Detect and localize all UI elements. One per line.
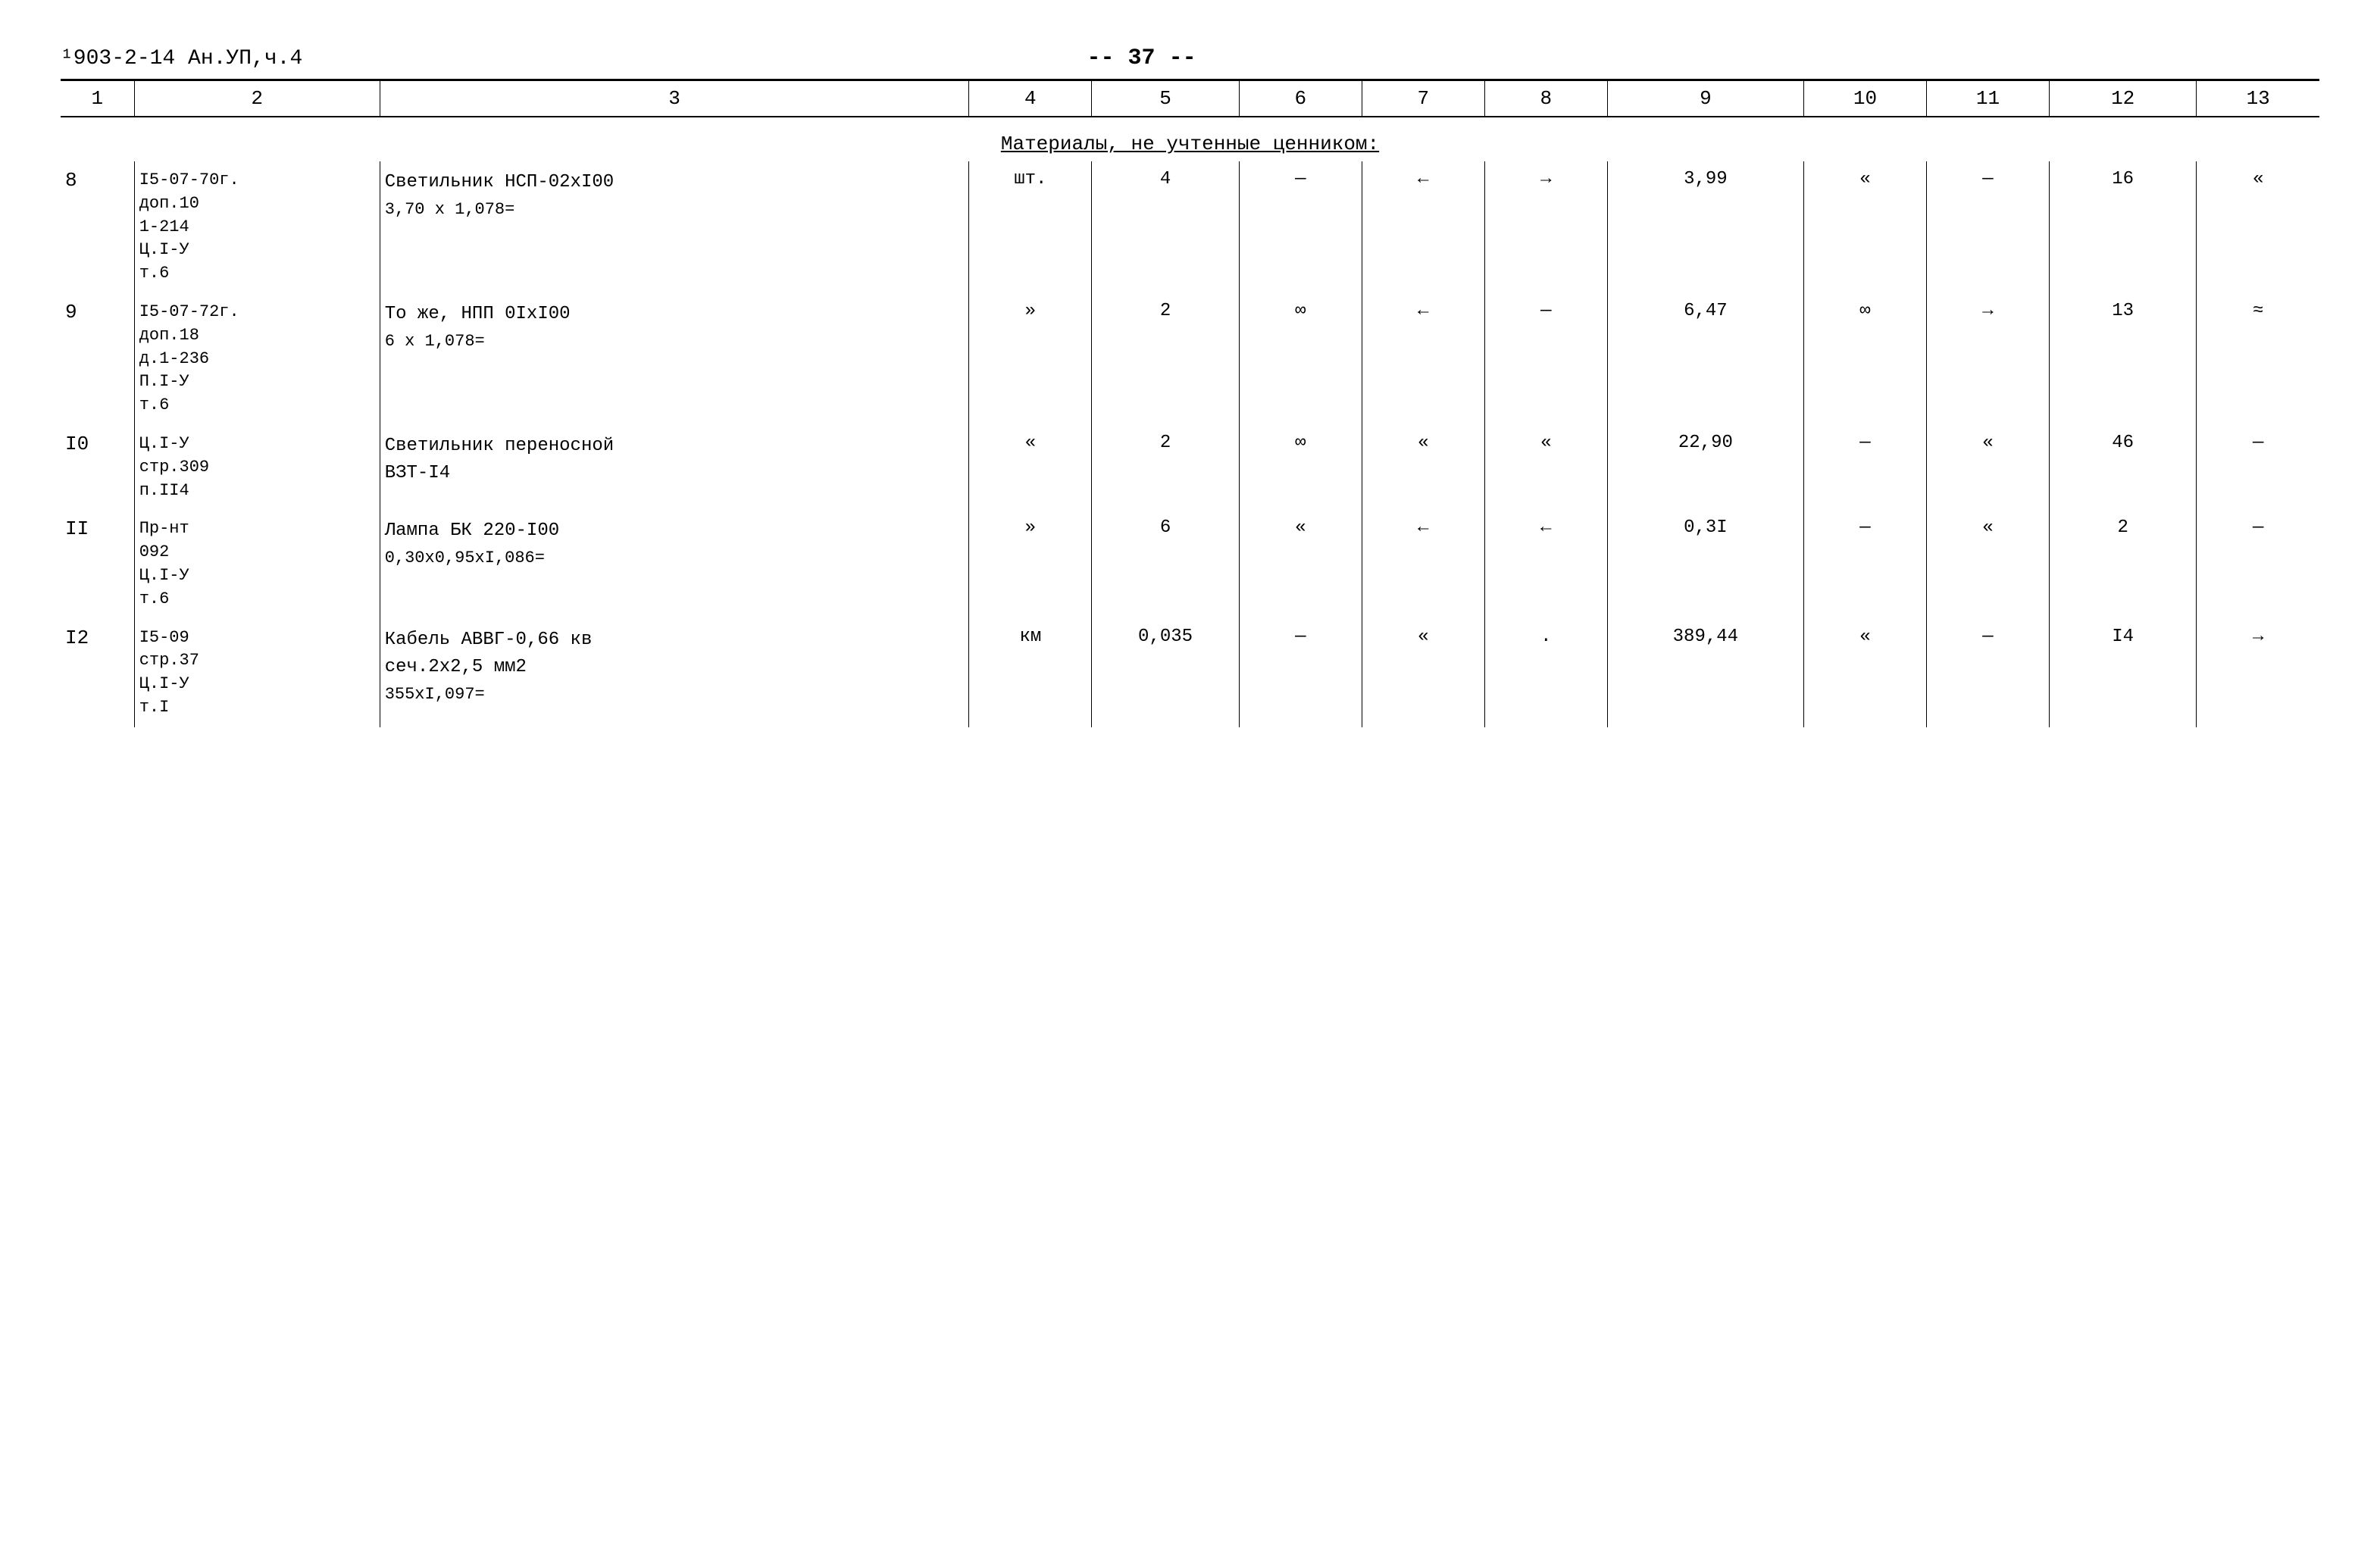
row-8-desc: Светильник НСП-02хI003,70 x 1,078=	[380, 161, 969, 293]
row-10-ref: Ц.I-У стр.309 п.II4	[134, 425, 380, 510]
row-8-qty: 4	[1092, 161, 1239, 293]
row-8-ref: I5-07-70г. доп.10 1-214 Ц.I-У т.6	[134, 161, 380, 293]
col-header-13: 13	[2197, 80, 2319, 117]
row-num-9: 9	[61, 293, 134, 425]
row-num-10: I0	[61, 425, 134, 510]
table-row: I2 I5-09 стр.37 Ц.I-У т.I Кабель АВВГ-0,…	[61, 619, 2319, 727]
row-10-col8: «	[1484, 425, 1607, 510]
row-8-price: 3,99	[1607, 161, 1803, 293]
row-9-desc: То же, НПП 0IхI006 x 1,078=	[380, 293, 969, 425]
row-8-col7: ←	[1362, 161, 1484, 293]
row-12-desc: Кабель АВВГ-0,66 квсеч.2х2,5 мм2355хI,09…	[380, 619, 969, 727]
col-header-10: 10	[1803, 80, 1926, 117]
row-num-8: 8	[61, 161, 134, 293]
col-header-12: 12	[2049, 80, 2196, 117]
section-title: Материалы, не учтенные ценником:	[1001, 133, 1379, 155]
page-header: ¹903-2-14 Ан.УП,ч.4 -- 37 --	[61, 45, 2319, 71]
row-12-price: 389,44	[1607, 619, 1803, 727]
col-header-7: 7	[1362, 80, 1484, 117]
row-9-price: 6,47	[1607, 293, 1803, 425]
col-header-8: 8	[1484, 80, 1607, 117]
table-row: 9 I5-07-72г. доп.18 д.1-236 П.I-У т.6 То…	[61, 293, 2319, 425]
row-8-col13: «	[2197, 161, 2319, 293]
row-9-col12: 13	[2049, 293, 2196, 425]
row-11-col7: ←	[1362, 510, 1484, 618]
row-9-col8: —	[1484, 293, 1607, 425]
row-11-desc: Лампа БК 220-I000,30х0,95хI,086=	[380, 510, 969, 618]
row-12-col12: I4	[2049, 619, 2196, 727]
row-12-qty: 0,035	[1092, 619, 1239, 727]
row-8-col8: →	[1484, 161, 1607, 293]
row-10-col12: 46	[2049, 425, 2196, 510]
section-header-row: Материалы, не учтенные ценником:	[61, 117, 2319, 161]
col-header-2: 2	[134, 80, 380, 117]
row-12-unit: км	[969, 619, 1092, 727]
page-number: -- 37 --	[1087, 45, 1196, 71]
row-num-11: II	[61, 510, 134, 618]
col-header-1: 1	[61, 80, 134, 117]
row-11-col10: —	[1803, 510, 1926, 618]
row-10-col13: —	[2197, 425, 2319, 510]
row-9-col13: ≈	[2197, 293, 2319, 425]
row-9-col6: ∞	[1239, 293, 1362, 425]
row-8-col6: —	[1239, 161, 1362, 293]
row-9-unit: »	[969, 293, 1092, 425]
row-10-unit: «	[969, 425, 1092, 510]
row-12-col11: —	[1926, 619, 2049, 727]
row-10-col11: «	[1926, 425, 2049, 510]
row-11-col12: 2	[2049, 510, 2196, 618]
col-header-5: 5	[1092, 80, 1239, 117]
table-row: 8 I5-07-70г. доп.10 1-214 Ц.I-У т.6 Свет…	[61, 161, 2319, 293]
row-11-price: 0,3I	[1607, 510, 1803, 618]
row-11-qty: 6	[1092, 510, 1239, 618]
row-8-col10: «	[1803, 161, 1926, 293]
row-12-ref: I5-09 стр.37 Ц.I-У т.I	[134, 619, 380, 727]
row-11-col6: «	[1239, 510, 1362, 618]
col-header-11: 11	[1926, 80, 2049, 117]
col-header-3: 3	[380, 80, 969, 117]
row-11-unit: »	[969, 510, 1092, 618]
row-10-col10: —	[1803, 425, 1926, 510]
row-8-col12: 16	[2049, 161, 2196, 293]
row-10-qty: 2	[1092, 425, 1239, 510]
row-11-ref: Пр-нт 092 Ц.I-У т.6	[134, 510, 380, 618]
main-table: 1 2 3 4 5 6 7 8 9 10 11 12 13 Материалы,…	[61, 79, 2319, 727]
row-10-desc: Светильник переноснойВЗТ-I4	[380, 425, 969, 510]
row-9-col7: ←	[1362, 293, 1484, 425]
table-row: I0 Ц.I-У стр.309 п.II4 Светильник перено…	[61, 425, 2319, 510]
row-num-12: I2	[61, 619, 134, 727]
row-12-col13: →	[2197, 619, 2319, 727]
row-10-col6: ∞	[1239, 425, 1362, 510]
row-9-qty: 2	[1092, 293, 1239, 425]
row-12-col6: —	[1239, 619, 1362, 727]
row-9-col10: ∞	[1803, 293, 1926, 425]
row-8-col11: —	[1926, 161, 2049, 293]
table-row: II Пр-нт 092 Ц.I-У т.6 Лампа БК 220-I000…	[61, 510, 2319, 618]
row-11-col13: —	[2197, 510, 2319, 618]
row-11-col11: «	[1926, 510, 2049, 618]
row-12-col7: «	[1362, 619, 1484, 727]
column-headers: 1 2 3 4 5 6 7 8 9 10 11 12 13	[61, 80, 2319, 117]
row-12-col10: «	[1803, 619, 1926, 727]
col-header-4: 4	[969, 80, 1092, 117]
row-10-col7: «	[1362, 425, 1484, 510]
row-10-price: 22,90	[1607, 425, 1803, 510]
row-8-unit: шт.	[969, 161, 1092, 293]
col-header-6: 6	[1239, 80, 1362, 117]
row-11-col8: ←	[1484, 510, 1607, 618]
document-reference: ¹903-2-14 Ан.УП,ч.4	[61, 47, 302, 70]
row-9-ref: I5-07-72г. доп.18 д.1-236 П.I-У т.6	[134, 293, 380, 425]
row-12-col8: .	[1484, 619, 1607, 727]
col-header-9: 9	[1607, 80, 1803, 117]
row-9-col11: →	[1926, 293, 2049, 425]
